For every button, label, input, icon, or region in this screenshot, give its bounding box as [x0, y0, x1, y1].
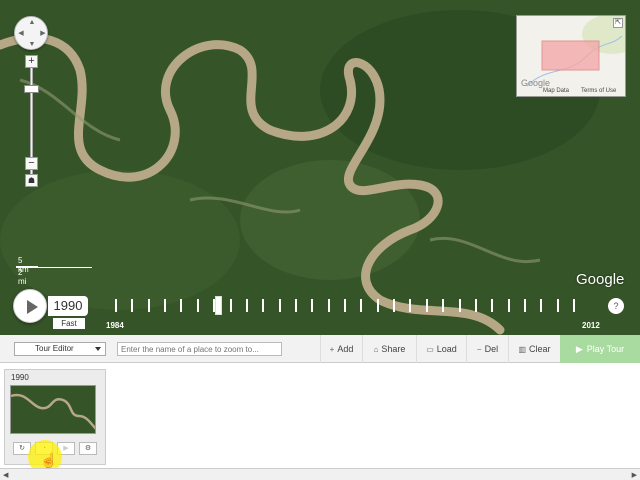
scale-mi-bar	[16, 267, 92, 268]
thumbnail-image	[11, 386, 95, 433]
hand-cursor-icon: ☝	[40, 452, 58, 468]
play-tour-icon: ▶	[575, 344, 583, 354]
play-icon	[27, 300, 38, 314]
timeline-tick	[115, 299, 117, 312]
overview-minimap[interactable]: ⇱ Google Map Data Terms of Use	[516, 15, 626, 97]
zoom-in-button[interactable]: +	[25, 55, 38, 68]
pan-up-icon[interactable]: ▲	[28, 19, 36, 26]
timeline-tick	[459, 299, 461, 312]
timeline-tick	[230, 299, 232, 312]
timeline-tick	[573, 299, 575, 312]
speed-toggle[interactable]: Fast	[53, 318, 85, 329]
timeline-tick	[148, 299, 150, 312]
timeline-tick	[409, 299, 411, 312]
plus-icon: +	[329, 345, 335, 354]
timeline-tick	[311, 299, 313, 312]
timeline-tick	[540, 299, 542, 312]
timeline-tick	[197, 299, 199, 312]
google-logo: Google	[576, 271, 625, 288]
zoom-out-button[interactable]: −	[25, 157, 38, 170]
clear-label: Clear	[529, 344, 551, 354]
delete-button[interactable]: − Del	[466, 335, 508, 363]
timeline-tick	[360, 299, 362, 312]
timeline-tick	[279, 299, 281, 312]
load-button[interactable]: ▭ Load	[416, 335, 466, 363]
zoom-slider-handle[interactable]	[24, 85, 39, 93]
minimap-expand-icon[interactable]: ⇱	[613, 18, 623, 28]
scale-mi-label: 2 mi	[18, 268, 27, 286]
tour-panel: 1990 ↻ ◔ ▶ ⚙	[0, 363, 640, 468]
pan-left-icon[interactable]: ◀	[17, 30, 25, 37]
timeline-tick	[246, 299, 248, 312]
satellite-map[interactable]: ▲ ▼ ◀ ▶ + − ☗ 5 km 2 mi ⇱ Google Map Dat…	[0, 0, 640, 335]
share-button[interactable]: ⌂ Share	[362, 335, 416, 363]
timeline-tick	[295, 299, 297, 312]
minus-icon: −	[476, 345, 482, 354]
timeline-end-year: 2012	[582, 321, 600, 330]
timeline-tick	[262, 299, 264, 312]
timelapse-play-button[interactable]	[13, 289, 47, 323]
street-view-icon[interactable]: ☗	[25, 174, 38, 187]
add-button[interactable]: + Add	[320, 335, 362, 363]
timeline-tick	[557, 299, 559, 312]
timeline-tick	[164, 299, 166, 312]
tour-stop-year: 1990	[11, 373, 29, 382]
help-button[interactable]: ?	[608, 298, 624, 314]
add-label: Add	[337, 344, 354, 354]
pan-down-icon[interactable]: ▼	[28, 41, 36, 48]
tour-toolbar: Tour Editor +Add ⌂Share ▭Load −Del ▥Clea…	[0, 335, 640, 363]
timeline-tick	[524, 299, 526, 312]
load-label: Load	[436, 344, 457, 354]
timeline-slider-thumb[interactable]	[215, 296, 222, 315]
tour-editor-label: Tour Editor	[35, 344, 74, 353]
minimap-terms-link[interactable]: Terms of Use	[581, 88, 616, 94]
tour-editor-dropdown[interactable]: Tour Editor	[14, 342, 106, 356]
timeline-tick	[426, 299, 428, 312]
timeline-tick	[508, 299, 510, 312]
share-label: Share	[381, 344, 406, 354]
folder-icon: ▭	[426, 345, 434, 354]
timeline-tick	[180, 299, 182, 312]
timeline-tick	[393, 299, 395, 312]
minimap-footer: Map Data Terms of Use	[517, 87, 625, 96]
timeline-slider[interactable]	[115, 296, 575, 315]
delete-label: Del	[484, 344, 499, 354]
timeline-start-year: 1984	[106, 321, 124, 330]
play-tour-button[interactable]: ▶ Play Tour	[560, 335, 640, 363]
clear-button[interactable]: ▥ Clear	[508, 335, 560, 363]
timeline-tick	[377, 299, 379, 312]
current-year-display: 1990	[48, 296, 88, 316]
chevron-down-icon	[95, 347, 101, 351]
scroll-right-icon[interactable]: ▶	[632, 471, 637, 479]
tour-stop-thumbnail[interactable]	[10, 385, 96, 434]
pan-right-icon[interactable]: ▶	[39, 30, 47, 37]
timeline-tick	[491, 299, 493, 312]
share-icon: ⌂	[373, 345, 379, 354]
timeline-tick	[328, 299, 330, 312]
minimap-map-data-link[interactable]: Map Data	[543, 88, 569, 94]
settings-icon[interactable]: ⚙	[79, 442, 97, 455]
place-search-input[interactable]	[117, 342, 282, 356]
timeline-tick	[131, 299, 133, 312]
horizontal-scrollbar[interactable]: ◀ ▶	[0, 468, 640, 480]
play-tour-label: Play Tour	[586, 344, 625, 354]
timeline-tick	[344, 299, 346, 312]
trash-icon: ▥	[518, 345, 527, 354]
scroll-left-icon[interactable]: ◀	[3, 471, 8, 479]
timeline-tick	[475, 299, 477, 312]
timeline-tick	[442, 299, 444, 312]
pan-control[interactable]: ▲ ▼ ◀ ▶	[14, 16, 48, 50]
